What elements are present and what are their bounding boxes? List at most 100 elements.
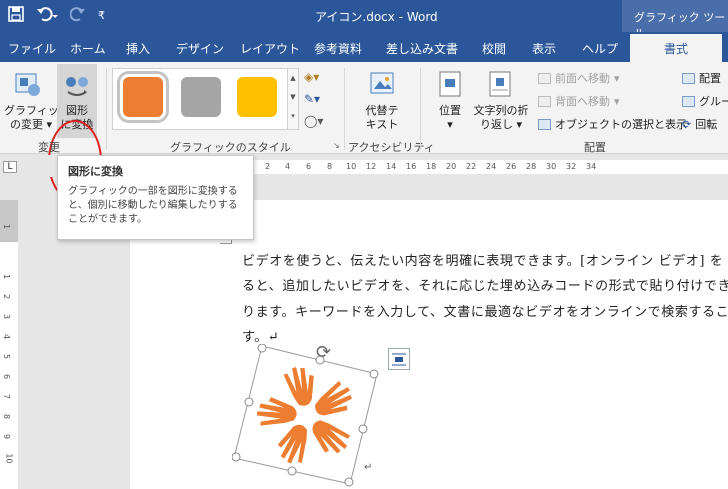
tooltip-description: グラフィックの一部を図形に変換すると、個別に移動したり編集したりすることができま… (68, 186, 238, 225)
alt-text-icon[interactable] (368, 70, 396, 101)
align-icon (682, 72, 695, 84)
ruler-number: 1 (2, 273, 12, 280)
ruler-number: 18 (426, 162, 437, 171)
save-icon[interactable] (8, 6, 24, 26)
wrap-text-button[interactable]: 文字列の折 り返し ▾ (470, 104, 532, 132)
vertical-ruler-margin (0, 200, 18, 242)
document-text-line[interactable]: ビデオを使うと、伝えたい内容を明確に表現できます。[オンライン ビデオ] を (242, 250, 723, 269)
tab-layout[interactable]: レイアウト (240, 40, 300, 57)
tooltip: 図形に変換 グラフィックの一部を図形に変換すると、個別に移動したり編集したりする… (57, 155, 254, 240)
ruler-number: 4 (2, 333, 12, 340)
ruler-number: 10 (4, 453, 14, 464)
group-label: グルー (699, 95, 728, 108)
ruler-number: 8 (2, 413, 12, 420)
convert-to-shape-icon[interactable] (62, 70, 92, 103)
gallery-scroll[interactable]: ▲ ▼ ▾ (287, 68, 299, 130)
tab-insert[interactable]: 挿入 (126, 40, 150, 57)
ruler-number: 30 (546, 162, 557, 171)
ruler-number: 14 (386, 162, 397, 171)
document-text-line[interactable]: ると、追加したいビデオを、それに応じた埋め込みコードの形式で貼り付けでき (242, 275, 728, 294)
ruler-number: 12 (366, 162, 377, 171)
style-swatch-gray[interactable] (181, 77, 221, 117)
ruler-number: 2 (265, 162, 271, 171)
ruler-number: 34 (586, 162, 597, 171)
alt-text-button[interactable]: 代替テ キスト (354, 104, 410, 132)
customize-qat-icon[interactable]: ₹ (98, 7, 105, 25)
style-swatch-yellow[interactable] (237, 77, 277, 117)
group-separator (420, 68, 421, 150)
tab-file[interactable]: ファイル (8, 40, 56, 57)
tooltip-title: 図形に変換 (68, 165, 123, 178)
graphic-styles-gallery[interactable] (112, 68, 296, 130)
ruler-number: 8 (327, 162, 333, 171)
undo-icon[interactable] (36, 6, 58, 26)
send-backward-label: 背面へ移動 (555, 95, 610, 108)
title-bar: ₹ アイコン.docx - Word グラフィック ツール (0, 0, 728, 40)
shape-fill-icon[interactable]: ◈▾ (304, 70, 319, 84)
ruler-number: 32 (566, 162, 577, 171)
layout-options-icon[interactable] (388, 348, 410, 370)
hands-circle-icon[interactable] (231, 343, 382, 489)
tab-view[interactable]: 表示 (532, 40, 556, 57)
ribbon: グラフィック の変更 ▾ 図形 に変換 変更 ▲ ▼ ▾ ◈▾ ✎▾ ◯▾ グラフィ… (0, 62, 728, 202)
tab-review[interactable]: 校閲 (482, 40, 506, 57)
tab-selector-icon[interactable]: L (3, 161, 17, 173)
group-separator (106, 68, 107, 150)
arrange-group-label: 配置 (584, 141, 606, 154)
bring-forward-button[interactable]: 前面へ移動 ▾ (538, 70, 620, 86)
ribbon-tabs: ファイル ホーム 挿入 デザイン レイアウト 参考資料 差し込み文書 校閲 表示… (0, 32, 728, 62)
tab-format[interactable]: 書式 (630, 34, 722, 62)
change-graphic-button[interactable]: グラフィック の変更 ▾ (4, 104, 70, 132)
styles-group-label: グラフィックのスタイル (170, 141, 291, 154)
wrap-text-icon[interactable] (488, 70, 512, 101)
bring-forward-icon (538, 72, 551, 84)
tab-references[interactable]: 参考資料 (314, 40, 362, 57)
ruler-number: 3 (2, 313, 12, 320)
selection-pane-button[interactable]: オブジェクトの選択と表示 (538, 116, 687, 132)
ruler-number: 26 (506, 162, 517, 171)
context-tab-group: グラフィック ツール (622, 0, 728, 40)
ruler-number: 5 (2, 353, 12, 360)
ruler-number: 6 (306, 162, 312, 171)
group-button[interactable]: グルー (682, 93, 728, 109)
position-button[interactable]: 位置 ▾ (430, 104, 470, 132)
ruler-number: 24 (486, 162, 497, 171)
document-text-line[interactable]: す。↵ (242, 326, 279, 345)
tab-home[interactable]: ホーム (70, 40, 106, 57)
group-separator (344, 68, 345, 150)
rotate-button[interactable]: ⟳ 回転 (682, 116, 717, 132)
ruler-number: 28 (526, 162, 537, 171)
ruler-number: 16 (406, 162, 417, 171)
dialog-launcher-icon[interactable]: ↘ (333, 141, 340, 150)
rotate-icon: ⟳ (682, 117, 692, 131)
rotation-handle-icon[interactable]: ⟳ (316, 344, 331, 362)
ruler-number: 1 (2, 223, 12, 230)
accessibility-group-label: アクセシビリティ (348, 141, 435, 154)
tab-mailings[interactable]: 差し込み文書 (386, 40, 458, 57)
ruler-number: 2 (2, 293, 12, 300)
ruler-number: 10 (346, 162, 357, 171)
ruler-number: 20 (446, 162, 457, 171)
tab-help[interactable]: ヘルプ (582, 40, 618, 57)
tab-design[interactable]: デザイン (176, 40, 224, 57)
style-swatch-orange[interactable] (117, 71, 169, 123)
rotate-label: 回転 (695, 118, 718, 131)
align-button[interactable]: 配置 (682, 70, 721, 86)
paragraph-end-mark: ↵ (364, 462, 373, 473)
shape-outline-icon[interactable]: ✎▾ (304, 92, 320, 106)
document-text-line[interactable]: ります。キーワードを入力して、文書に最適なビデオをオンラインで検索するこ (242, 301, 728, 320)
bring-forward-label: 前面へ移動 (555, 72, 610, 85)
selection-pane-label: オブジェクトの選択と表示 (555, 118, 687, 131)
ruler-number: 6 (2, 373, 12, 380)
change-group-label: 変更 (38, 141, 60, 154)
ruler-number: 4 (285, 162, 291, 171)
redo-icon[interactable] (69, 6, 86, 26)
send-backward-button[interactable]: 背面へ移動 ▾ (538, 93, 620, 109)
shape-effects-icon[interactable]: ◯▾ (304, 114, 323, 128)
quick-access-toolbar: ₹ (8, 6, 105, 26)
change-graphic-icon[interactable] (14, 70, 42, 101)
position-icon[interactable] (438, 70, 462, 101)
align-label: 配置 (699, 72, 721, 85)
vertical-ruler[interactable] (0, 200, 18, 489)
ruler-number: 22 (466, 162, 477, 171)
